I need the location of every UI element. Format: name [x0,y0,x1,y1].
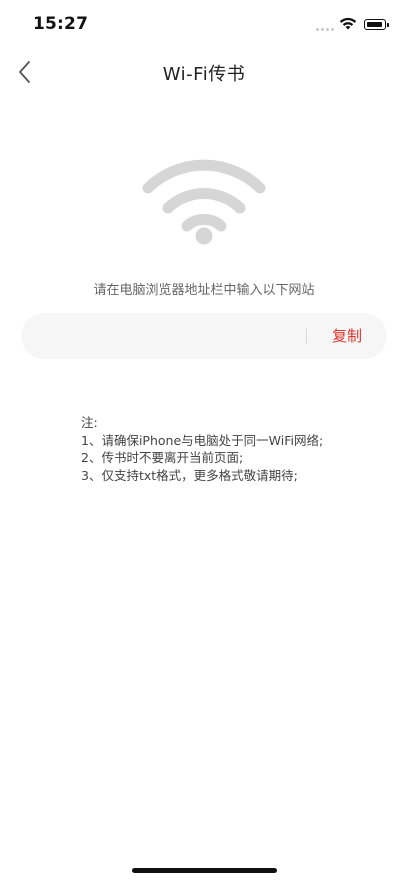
status-time: 15:27 [33,14,89,34]
home-indicator[interactable] [132,868,277,873]
note-item: 3、仅支持txt格式，更多格式敬请期待; [81,467,298,483]
note-item: 2、传书时不要离开当前页面; [81,450,244,465]
url-box: 复制 [21,313,387,359]
wifi-status-icon [339,17,357,30]
wifi-icon [142,159,266,245]
note-item: 1、请确保iPhone与电脑处于同一WiFi网络; [81,432,324,448]
notes: 注: 1、请确保iPhone与电脑处于同一WiFi网络; 2、传书时不要离开当前… [81,414,323,484]
navigation-bar: Wi-Fi传书 [0,50,408,94]
page-title: Wi-Fi传书 [162,64,246,85]
divider [306,329,307,344]
copy-button[interactable]: 复制 [317,325,377,346]
status-bar: 15:27 [0,0,408,50]
battery-icon [364,19,389,30]
cellular-signal-icon [316,28,334,31]
notes-heading: 注: [81,415,98,430]
instruction-text: 请在电脑浏览器地址栏中输入以下网站 [93,283,315,298]
